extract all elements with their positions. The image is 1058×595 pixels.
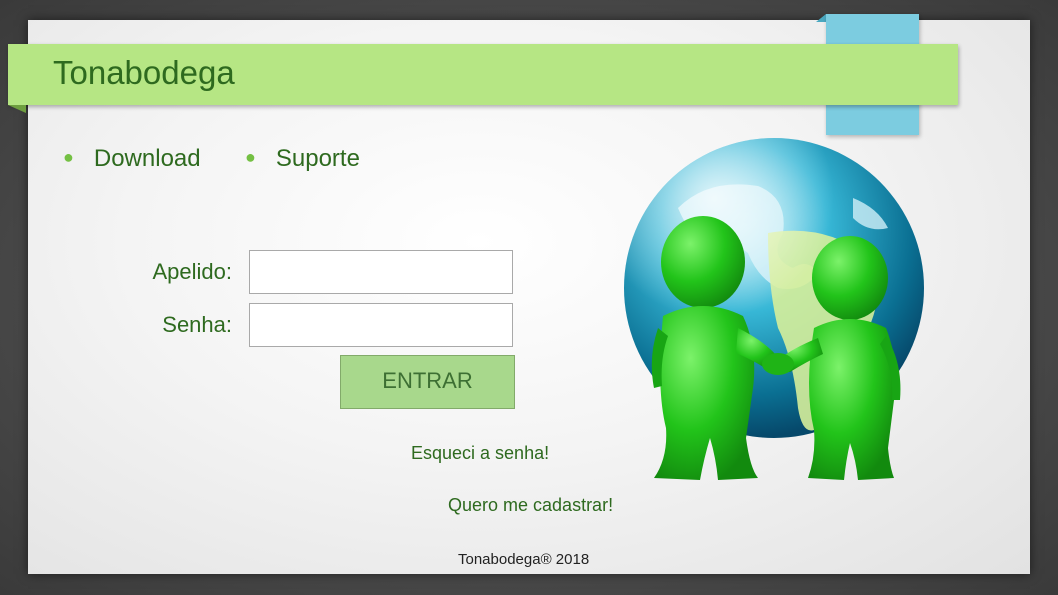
header-banner-fold [8,105,26,113]
apelido-input[interactable] [249,250,513,294]
forgot-password-link[interactable]: Esqueci a senha! [411,443,549,464]
apelido-label: Apelido: [152,259,232,284]
nav-item-download[interactable]: ● Download [63,142,201,174]
globe-handshake-illustration [624,138,924,480]
accent-tab-fold [816,14,826,22]
bullet-icon: ● [63,147,74,167]
page-title: Tonabodega [53,54,235,91]
senha-input[interactable] [249,303,513,347]
register-link[interactable]: Quero me cadastrar! [448,495,613,516]
nav-item-label: Download [93,145,201,172]
nav-item-suporte[interactable]: ● Suporte [245,142,360,174]
entrar-button[interactable]: ENTRAR [340,355,515,409]
senha-label: Senha: [162,312,232,337]
handshake-icon [762,353,794,375]
nav-item-label: Suporte [275,145,360,172]
bullet-icon: ● [245,147,256,167]
footer-copyright: Tonabodega® 2018 [458,551,590,568]
